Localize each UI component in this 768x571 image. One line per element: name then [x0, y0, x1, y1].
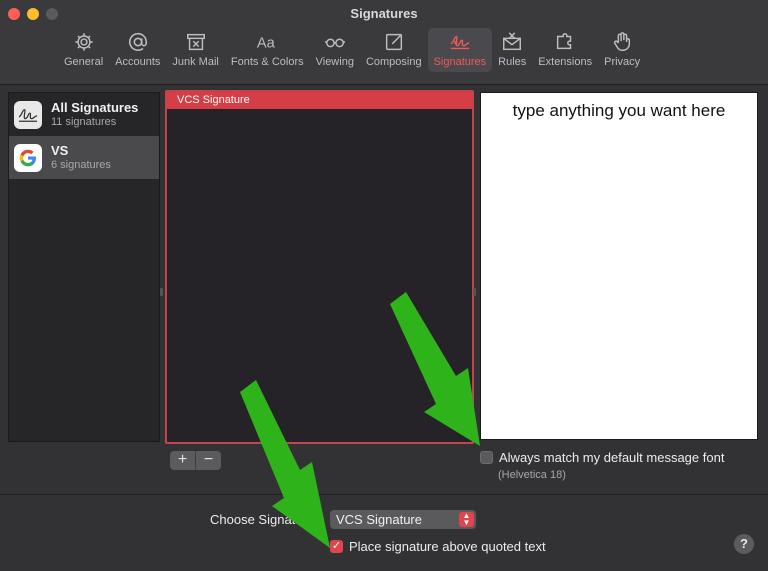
tab-label: Viewing [315, 56, 354, 68]
title-bar: Signatures General Accounts Junk Mail Aa… [0, 0, 768, 85]
preferences-window: Signatures General Accounts Junk Mail Aa… [0, 0, 768, 571]
fonts-icon: Aa [257, 36, 276, 52]
split-handle[interactable] [160, 288, 163, 296]
accounts-list[interactable]: All Signatures 11 signatures VS 6 signat… [8, 92, 160, 442]
split-handle[interactable] [473, 288, 476, 296]
at-icon [128, 33, 147, 51]
divider [0, 494, 768, 495]
compose-icon [385, 33, 402, 51]
tab-label: Rules [498, 56, 527, 68]
tab-junk-mail[interactable]: Junk Mail [166, 28, 224, 72]
toolbar: General Accounts Junk Mail Aa Fonts & Co… [58, 28, 646, 72]
account-all-signatures[interactable]: All Signatures 11 signatures [9, 93, 159, 136]
account-name: VS [51, 143, 69, 158]
tab-composing[interactable]: Composing [360, 28, 428, 72]
signature-icon [14, 100, 42, 129]
add-signature-button[interactable]: + [170, 451, 196, 470]
match-font-detail: (Helvetica 18) [498, 469, 566, 481]
place-above-checkbox[interactable]: ✓ [330, 540, 343, 553]
tab-general[interactable]: General [58, 28, 109, 72]
account-count: 6 signatures [51, 159, 111, 171]
tab-label: Fonts & Colors [230, 56, 304, 68]
signature-icon [450, 35, 470, 50]
tab-label: Accounts [115, 56, 161, 68]
tab-privacy[interactable]: Privacy [598, 28, 646, 72]
add-remove-buttons: + − [170, 451, 221, 470]
chevron-updown-icon: ▲ ▼ [459, 512, 474, 527]
remove-signature-button[interactable]: − [196, 451, 221, 470]
tab-label: Extensions [538, 56, 593, 68]
tab-label: General [64, 56, 104, 68]
google-icon [14, 143, 42, 172]
junk-mail-icon [186, 33, 205, 51]
extensions-icon [557, 33, 572, 50]
account-vs[interactable]: VS 6 signatures [9, 136, 159, 179]
account-name: All Signatures [51, 100, 139, 115]
match-font-label: Always match my default message font [499, 450, 725, 465]
gear-icon [74, 33, 93, 51]
choose-signature-select[interactable]: VCS Signature ▲ ▼ [330, 510, 476, 529]
help-button[interactable]: ? [734, 534, 754, 554]
choose-signature-label: Choose Signature: [210, 512, 318, 527]
hand-icon [614, 32, 631, 51]
rules-icon [503, 32, 522, 51]
tab-rules[interactable]: Rules [492, 28, 532, 72]
select-value: VCS Signature [336, 512, 422, 527]
place-above-label: Place signature above quoted text [349, 539, 546, 554]
signature-editor[interactable]: type anything you want here [480, 92, 758, 440]
tab-signatures[interactable]: Signatures [427, 28, 493, 72]
tab-label: Junk Mail [172, 56, 219, 68]
tab-accounts[interactable]: Accounts [109, 28, 166, 72]
tab-label: Composing [365, 56, 422, 68]
tab-label: Privacy [604, 56, 641, 68]
signature-item[interactable]: VCS Signature [167, 92, 472, 109]
glasses-icon [324, 38, 345, 48]
signature-list[interactable]: VCS Signature [165, 90, 474, 444]
tab-fonts-colors[interactable]: Aa Fonts & Colors [225, 28, 310, 72]
svg-text:Aa: Aa [257, 36, 276, 52]
account-count: 11 signatures [51, 116, 117, 128]
tab-viewing[interactable]: Viewing [310, 28, 360, 72]
window-title: Signatures [350, 6, 418, 21]
match-font-checkbox[interactable] [480, 451, 493, 464]
tab-label: Signatures [433, 56, 487, 68]
tab-extensions[interactable]: Extensions [532, 28, 598, 72]
